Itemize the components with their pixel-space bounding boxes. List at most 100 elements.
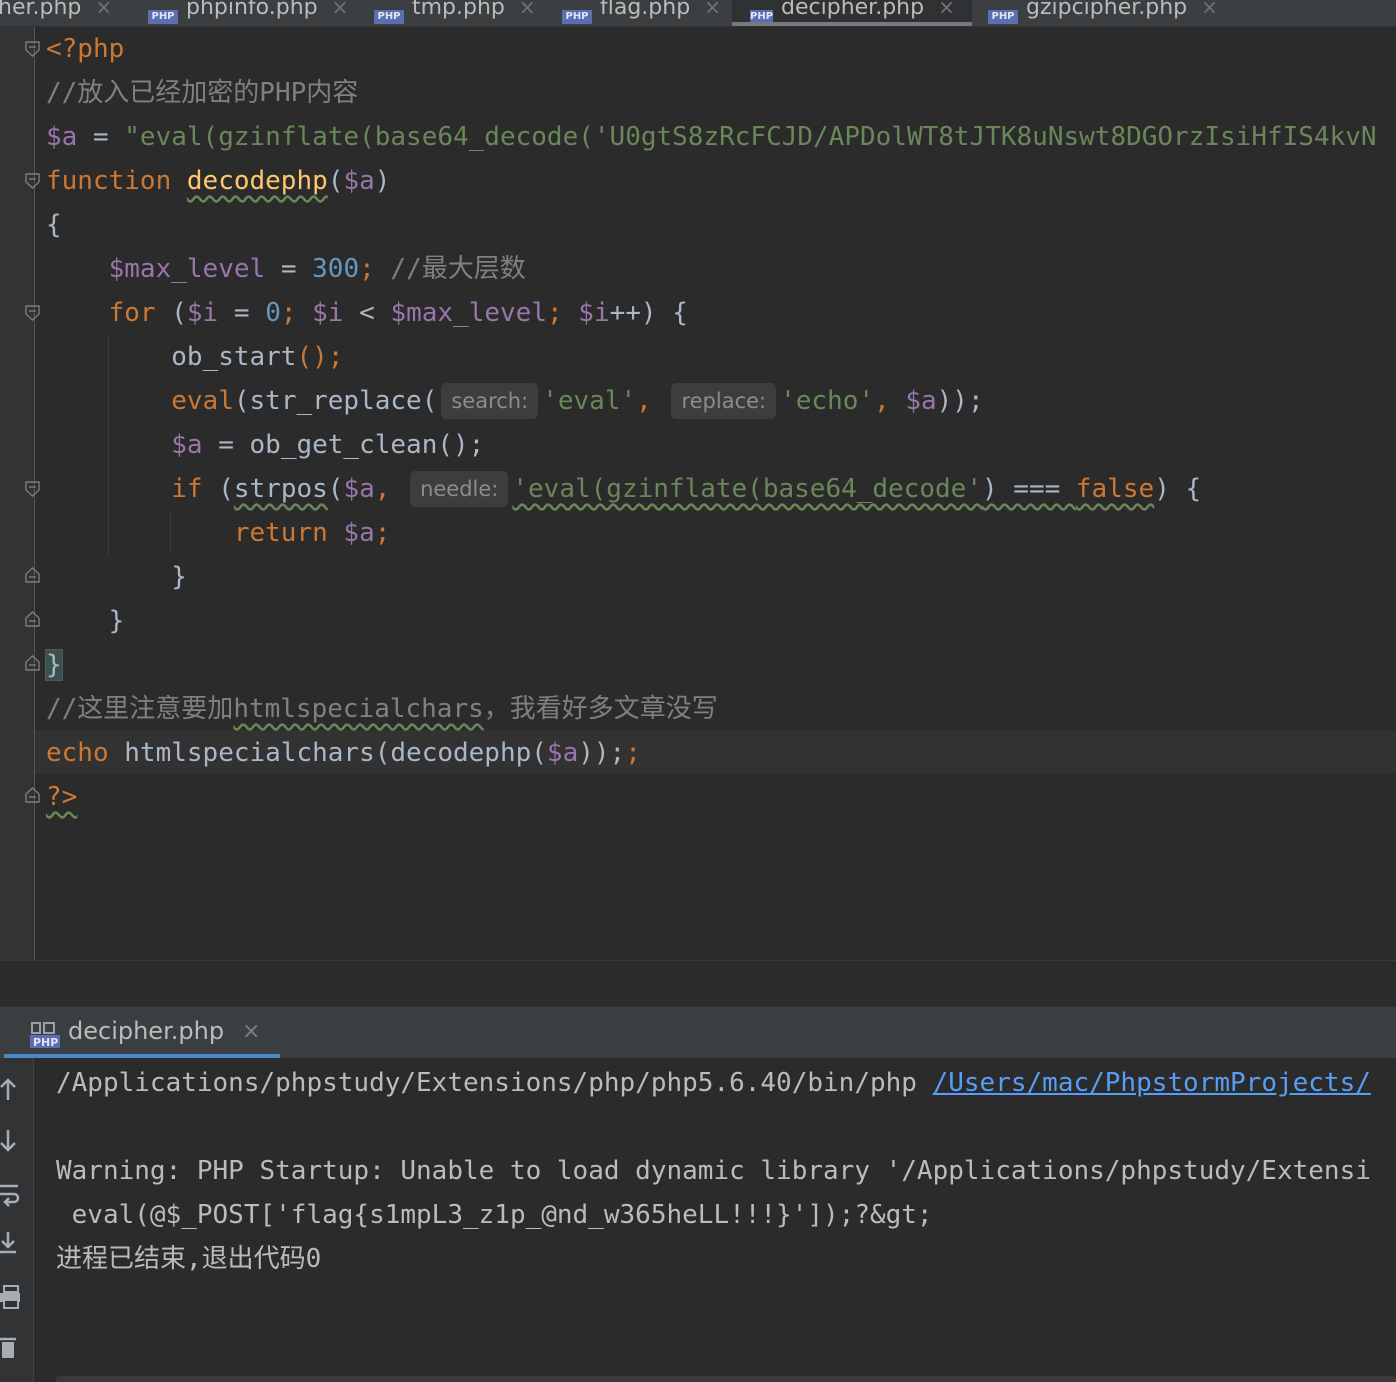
close-icon[interactable]: × bbox=[332, 0, 349, 19]
variable: $max_level bbox=[108, 254, 266, 284]
variable: $a bbox=[905, 386, 937, 416]
close-icon[interactable]: × bbox=[95, 0, 112, 19]
fold-open-icon[interactable] bbox=[25, 173, 40, 189]
fold-open-icon[interactable] bbox=[25, 305, 40, 321]
code-line-15: } bbox=[45, 643, 63, 687]
number: 300 bbox=[312, 254, 360, 284]
php-file-icon: PHP bbox=[374, 10, 404, 24]
code-line-7: for ($i = 0; $i < $max_level; $i++) { bbox=[46, 291, 688, 335]
operator: = bbox=[265, 254, 313, 284]
fold-close-icon[interactable] bbox=[25, 655, 40, 671]
fold-close-icon[interactable] bbox=[25, 787, 40, 803]
punct: )); bbox=[578, 738, 626, 768]
string: 'eval' bbox=[542, 386, 637, 416]
fold-open-icon[interactable] bbox=[25, 481, 40, 497]
run-console[interactable]: /Applications/phpstudy/Extensions/php/ph… bbox=[0, 1058, 1396, 1382]
panel-splitter[interactable] bbox=[0, 960, 1396, 1007]
run-tab-bar: PHP decipher.php × bbox=[0, 1006, 1396, 1059]
punct: (); bbox=[296, 342, 344, 372]
brace: } bbox=[171, 562, 187, 592]
variable: $a bbox=[343, 518, 375, 548]
script-path-link[interactable]: /Users/mac/PhpstormProjects/ bbox=[933, 1068, 1371, 1098]
variable: $i bbox=[186, 298, 219, 328]
variable: $a bbox=[546, 738, 579, 768]
code-editor[interactable]: <?php //放入已经加密的PHP内容 $a = "eval(gzinflat… bbox=[0, 27, 1396, 960]
tab-tmp[interactable]: PHP tmp.php × bbox=[374, 0, 536, 26]
tab-flag[interactable]: PHP flag.php × bbox=[562, 0, 721, 26]
console-output: eval(@$_POST['flag{s1mpL3_z1p_@nd_w365he… bbox=[56, 1200, 933, 1230]
code-line-14: } bbox=[46, 599, 125, 643]
semicolon: ; bbox=[359, 254, 375, 284]
fold-close-icon[interactable] bbox=[25, 611, 40, 627]
close-icon[interactable]: × bbox=[938, 0, 955, 19]
operator: = bbox=[77, 122, 125, 152]
editor-tab-bar: her.php × PHP phpinfo.php × PHP tmp.php … bbox=[0, 0, 1396, 27]
close-icon[interactable]: × bbox=[519, 0, 536, 19]
function-call: strpos bbox=[233, 474, 328, 504]
code-line-18: ?> bbox=[46, 775, 77, 819]
code-line-4: function decodephp($a) bbox=[46, 159, 390, 203]
string: 'eval(gzinflate(base64_decode' bbox=[512, 474, 982, 504]
php-file-icon: PHP bbox=[988, 10, 1018, 24]
operator: = bbox=[218, 298, 266, 328]
assignment: = ob_get_clean(); bbox=[202, 430, 485, 460]
code-line-16: //这里注意要加htmlspecialchars，我看好多文章没写 bbox=[46, 687, 718, 731]
tab-phpinfo[interactable]: PHP phpinfo.php × bbox=[148, 0, 348, 26]
code-line-17: echo htmlspecialchars(decodephp($a));; bbox=[46, 738, 641, 768]
keyword-false: false bbox=[1075, 474, 1155, 504]
comma: , bbox=[374, 474, 391, 504]
close-icon[interactable]: × bbox=[704, 0, 721, 19]
php-close-tag: ?> bbox=[46, 782, 78, 812]
paren: ) bbox=[374, 166, 391, 196]
code-line-6: $max_level = 300; //最大层数 bbox=[46, 247, 526, 291]
down-arrow-icon[interactable] bbox=[0, 1128, 22, 1154]
code-line-2: //放入已经加密的PHP内容 bbox=[46, 71, 358, 115]
php-binary-path: /Applications/phpstudy/Extensions/php/ph… bbox=[56, 1068, 933, 1098]
close-icon[interactable]: × bbox=[242, 1019, 260, 1044]
semicolon: ; bbox=[546, 298, 579, 328]
parameter-hint: search: bbox=[441, 383, 539, 419]
tab-gzipcipher[interactable]: PHP gzipcipher.php × bbox=[988, 0, 1218, 26]
punct: ) { bbox=[1154, 474, 1202, 504]
up-arrow-icon[interactable] bbox=[0, 1076, 22, 1102]
comment: //最大层数 bbox=[390, 254, 526, 284]
parameter-hint: needle: bbox=[410, 471, 509, 507]
variable: $a bbox=[171, 430, 203, 460]
tab-label: phpinfo.php bbox=[186, 0, 318, 20]
run-tab-label: decipher.php bbox=[68, 1017, 225, 1045]
tab-label: decipher.php bbox=[781, 0, 925, 20]
variable: $a bbox=[46, 122, 78, 152]
php-file-icon: PHP bbox=[148, 10, 178, 24]
punct: ( bbox=[202, 474, 234, 504]
code-line-3: $a = "eval(gzinflate(base64_decode('U0gt… bbox=[46, 115, 1377, 159]
variable: $i bbox=[578, 298, 610, 328]
operator: ) === bbox=[981, 474, 1076, 504]
trash-icon[interactable] bbox=[0, 1334, 22, 1360]
punct: ( bbox=[155, 298, 187, 328]
number: 0 bbox=[265, 298, 281, 328]
keyword-function: function bbox=[46, 166, 172, 196]
scroll-to-end-icon[interactable] bbox=[0, 1230, 22, 1256]
keyword-if: if bbox=[171, 474, 203, 504]
console-command-line: /Applications/phpstudy/Extensions/php/ph… bbox=[56, 1061, 1371, 1105]
comment: //这里注意要加 bbox=[46, 694, 234, 724]
run-config-icon: PHP bbox=[30, 1019, 62, 1049]
tab-decipher[interactable]: PHP decipher.php × bbox=[732, 0, 972, 26]
punct: )); bbox=[936, 386, 984, 416]
run-tab-decipher[interactable]: PHP decipher.php × bbox=[4, 1007, 280, 1059]
horizontal-scrollbar[interactable] bbox=[56, 1376, 1396, 1382]
semicolon: ; bbox=[280, 298, 313, 328]
fold-open-icon[interactable] bbox=[25, 41, 40, 57]
comment: ，我看好多文章没写 bbox=[483, 694, 718, 724]
variable: $a bbox=[343, 474, 375, 504]
close-icon[interactable]: × bbox=[1201, 0, 1218, 19]
soft-wrap-icon[interactable] bbox=[0, 1182, 22, 1208]
parameter-hint: replace: bbox=[671, 383, 777, 419]
tab-cipher[interactable]: her.php × bbox=[0, 0, 112, 26]
variable: $max_level bbox=[390, 298, 547, 328]
code-line-5: { bbox=[46, 203, 62, 247]
fold-close-icon[interactable] bbox=[25, 567, 40, 583]
punct: ( bbox=[327, 474, 344, 504]
semicolon: ; bbox=[374, 518, 391, 548]
print-icon[interactable] bbox=[0, 1284, 22, 1310]
